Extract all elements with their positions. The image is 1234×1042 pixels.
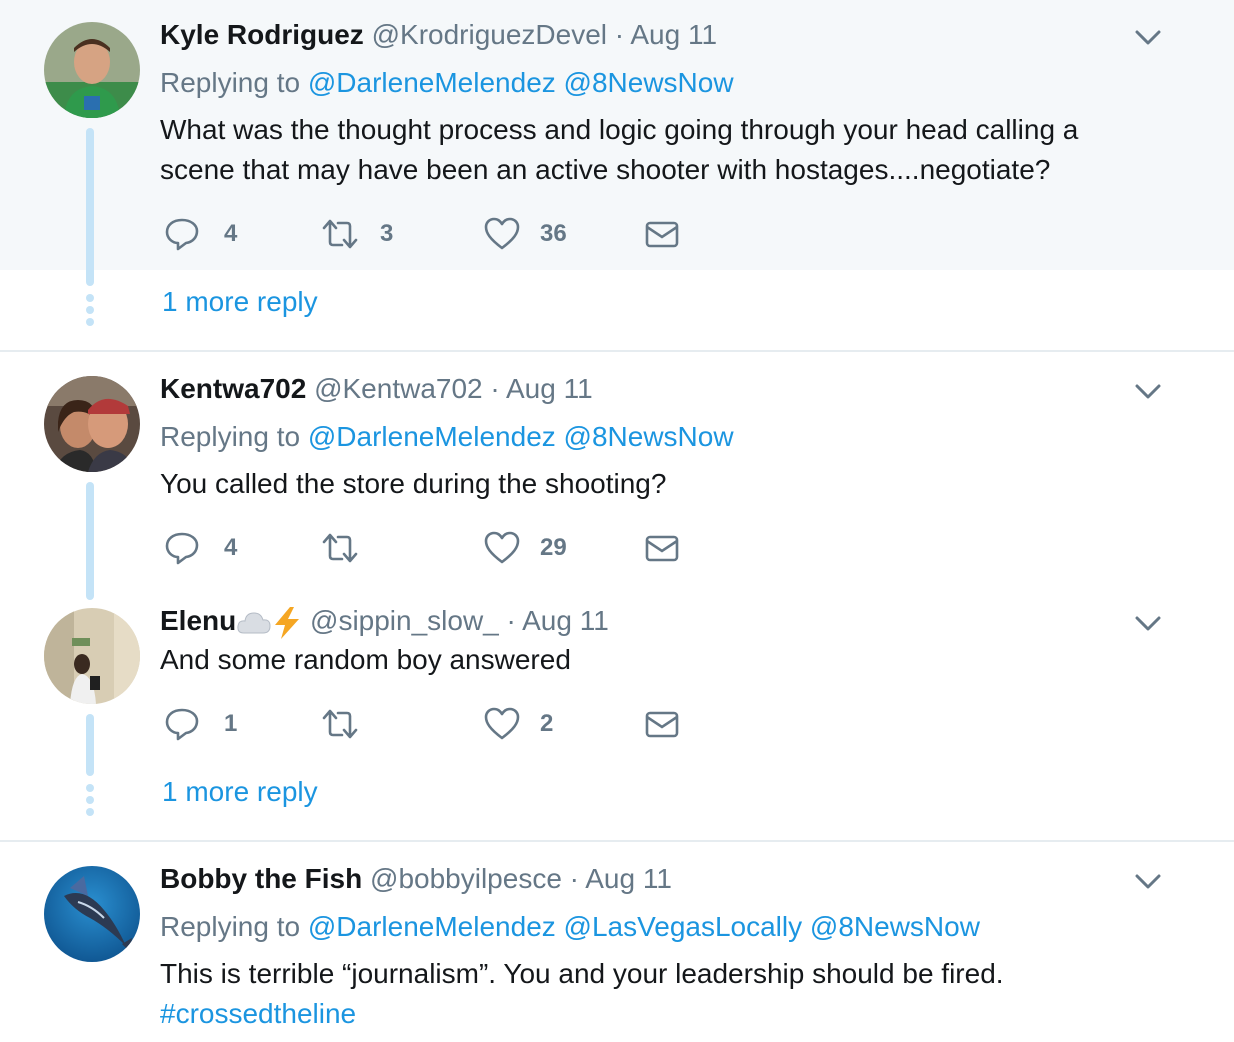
heart-icon: [484, 531, 520, 564]
retweet-icon: [322, 219, 358, 249]
tweet-text-body: This is terrible “journalism”. You and y…: [160, 958, 1004, 989]
avatar[interactable]: [44, 22, 140, 118]
tweet-text: What was the thought process and logic g…: [160, 114, 1079, 185]
reply-icon: [165, 708, 199, 741]
tweet-bobby-the-fish[interactable]: Bobby the Fish @bobbyilpesce · Aug 11 Re…: [0, 842, 1234, 1042]
more-replies-link[interactable]: 1 more reply: [162, 776, 318, 808]
replying-to: Replying to @DarleneMelendez @LasVegasLo…: [160, 911, 980, 942]
chevron-down-icon[interactable]: [1134, 28, 1162, 48]
like-count: 29: [540, 534, 567, 561]
cloud-icon: [237, 612, 271, 634]
lightning-icon: [275, 606, 300, 639]
timestamp[interactable]: Aug 11: [585, 863, 672, 894]
reply-icon: [165, 532, 199, 565]
tweet-header: Kyle Rodriguez @KrodriguezDevel · Aug 11: [160, 18, 717, 52]
avatar[interactable]: [44, 866, 140, 962]
handle[interactable]: @KrodriguezDevel: [372, 19, 607, 50]
envelope-icon: [645, 221, 679, 248]
thread-line: [86, 128, 94, 286]
avatar[interactable]: [44, 608, 140, 704]
thread-dots: [86, 784, 94, 820]
display-name[interactable]: Kyle Rodriguez: [160, 19, 364, 50]
reply-count: 1: [224, 710, 238, 737]
replying-to: Replying to @DarleneMelendez @8NewsNow: [160, 67, 734, 98]
tweet-header: Bobby the Fish @bobbyilpesce · Aug 11: [160, 862, 672, 896]
chevron-down-icon[interactable]: [1134, 614, 1162, 634]
separator: ·: [569, 863, 579, 894]
separator: ·: [490, 373, 500, 404]
tweet-kyle-rodriguez[interactable]: Kyle Rodriguez @KrodriguezDevel · Aug 11…: [0, 0, 1234, 270]
heart-icon: [484, 707, 520, 740]
mention-link[interactable]: @8NewsNow: [810, 911, 980, 942]
retweet-count: 3: [380, 220, 394, 247]
mention-link[interactable]: @8NewsNow: [564, 421, 734, 452]
mention-link[interactable]: @DarleneMelendez: [308, 67, 556, 98]
tweet-text: This is terrible “journalism”. You and y…: [160, 954, 1160, 1034]
display-name[interactable]: Bobby the Fish: [160, 863, 362, 894]
heart-icon: [484, 217, 520, 250]
tweet-header: Kentwa702 @Kentwa702 · Aug 11: [160, 372, 593, 406]
tweet-elenu[interactable]: Elenu @sippin_slow_ · Aug 11 And some ra…: [0, 600, 1234, 770]
mention-link[interactable]: @DarleneMelendez: [308, 911, 556, 942]
replying-to: Replying to @DarleneMelendez @8NewsNow: [160, 421, 734, 452]
envelope-icon: [645, 711, 679, 738]
handle[interactable]: @Kentwa702: [314, 373, 483, 404]
handle[interactable]: @bobbyilpesce: [370, 863, 562, 894]
hashtag-link[interactable]: #crossedtheline: [160, 998, 356, 1029]
thread-dots: [86, 294, 94, 330]
like-count: 36: [540, 220, 567, 247]
timestamp[interactable]: Aug 11: [522, 605, 609, 636]
chevron-down-icon[interactable]: [1134, 382, 1162, 402]
chevron-down-icon[interactable]: [1134, 872, 1162, 892]
timestamp[interactable]: Aug 11: [506, 373, 593, 404]
avatar[interactable]: [44, 376, 140, 472]
mention-link[interactable]: @LasVegasLocally: [564, 911, 803, 942]
thread-line: [86, 482, 94, 600]
envelope-icon: [645, 535, 679, 562]
more-replies-link[interactable]: 1 more reply: [162, 286, 318, 318]
thread-line: [86, 714, 94, 776]
display-name[interactable]: Elenu: [160, 605, 236, 636]
display-name[interactable]: Kentwa702: [160, 373, 306, 404]
handle[interactable]: @sippin_slow_: [310, 605, 499, 636]
mention-link[interactable]: @8NewsNow: [564, 67, 734, 98]
mention-link[interactable]: @DarleneMelendez: [308, 421, 556, 452]
tweet-text: And some random boy answered: [160, 644, 571, 675]
separator: ·: [614, 19, 625, 50]
reply-count: 4: [224, 220, 238, 247]
tweet-header: Elenu @sippin_slow_ · Aug 11: [160, 604, 609, 640]
separator: ·: [506, 605, 516, 636]
retweet-icon: [322, 709, 358, 739]
retweet-icon: [322, 533, 358, 563]
like-count: 2: [540, 710, 554, 737]
timestamp[interactable]: Aug 11: [630, 19, 717, 50]
reply-icon: [165, 218, 199, 251]
tweet-kentwa702[interactable]: Kentwa702 @Kentwa702 · Aug 11 Replying t…: [0, 352, 1234, 572]
reply-count: 4: [224, 534, 238, 561]
tweet-text: You called the store during the shooting…: [160, 468, 667, 499]
